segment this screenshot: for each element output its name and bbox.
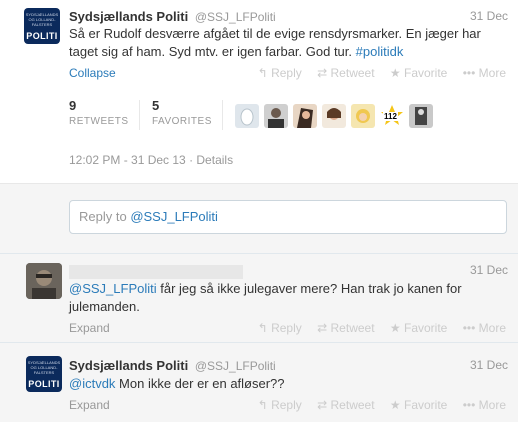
tweet-actions: ↰ Reply ⇄ Retweet ★ Favorite ••• More — [246, 66, 506, 80]
retweets-count: 9 — [69, 98, 77, 113]
mention-link[interactable]: @SSJ_LFPoliti — [69, 281, 157, 296]
favoriter-avatar[interactable] — [264, 104, 288, 128]
more-label: More — [478, 321, 506, 335]
favoriter-avatar[interactable] — [322, 104, 346, 128]
favoriter-badge: 112 — [383, 112, 398, 121]
retweets-stat[interactable]: 9 RETWEETS — [69, 98, 129, 127]
favorites-stat[interactable]: 5 FAVORITES — [152, 98, 212, 127]
avatar-logo-word: POLITI — [28, 379, 60, 389]
retweet-icon: ⇄ — [317, 321, 328, 335]
retweet-button[interactable]: ⇄ Retweet — [317, 321, 374, 335]
favoriter-avatar[interactable] — [293, 104, 317, 128]
favorite-button[interactable]: ★ Favorite — [390, 66, 447, 80]
favoriter-avatar[interactable] — [351, 104, 375, 128]
tweet-header: Sydsjællands Politi @SSJ_LFPoliti 31 Dec — [69, 9, 508, 25]
reply-icon: ↰ — [257, 66, 268, 80]
avatar[interactable]: SYDSJÆLLANDS OG LOLLAND-FALSTERS POLITI — [26, 356, 62, 392]
star-icon: ★ — [389, 66, 401, 80]
avatar[interactable] — [26, 263, 62, 299]
reply-button[interactable]: ↰ Reply — [258, 398, 302, 412]
more-icon: ••• — [462, 321, 476, 335]
tweet-header: Sydsjællands Politi @SSJ_LFPoliti 31 Dec — [69, 358, 508, 374]
reply-label: Reply — [271, 66, 302, 80]
tweet-actions: ↰ Reply ⇄ Retweet ★ Favorite ••• More — [246, 398, 506, 412]
reply-button[interactable]: ↰ Reply — [258, 66, 302, 80]
reply-mention: @SSJ_LFPoliti — [130, 209, 218, 224]
reply-button[interactable]: ↰ Reply — [258, 321, 302, 335]
favorite-button[interactable]: ★ Favorite — [390, 321, 447, 335]
tweet-text: @SSJ_LFPoliti får jeg så ikke julegaver … — [69, 280, 504, 316]
tweet-date[interactable]: 31 Dec — [470, 263, 508, 277]
reply-prefix: Reply to — [79, 209, 131, 224]
author-handle[interactable]: @SSJ_LFPoliti — [195, 10, 276, 24]
avatar-logo-word: POLITI — [26, 31, 58, 41]
tweet-header: 31 Dec — [69, 263, 508, 279]
author-name-redacted — [69, 264, 243, 279]
tweet-date[interactable]: 31 Dec — [470, 358, 508, 372]
stats-divider — [139, 100, 140, 130]
author-handle[interactable]: @SSJ_LFPoliti — [195, 359, 276, 373]
avatar-crest-text: SYDSJÆLLANDS OG LOLLAND-FALSTERS — [25, 12, 59, 27]
tweet-date[interactable]: 31 Dec — [470, 9, 508, 23]
tweet-timestamp[interactable]: 12:02 PM - 31 Dec 13 · Details — [69, 153, 233, 167]
more-icon: ••• — [462, 66, 476, 80]
stats-divider — [222, 100, 223, 130]
favoriter-avatar[interactable]: 112 — [380, 104, 404, 128]
favoriter-avatar[interactable] — [409, 104, 433, 128]
retweet-icon: ⇄ — [317, 66, 328, 80]
reply-tweet[interactable]: 31 Dec @SSJ_LFPoliti får jeg så ikke jul… — [0, 254, 518, 343]
mention-link[interactable]: @ictvdk — [69, 376, 115, 391]
favorite-label: Favorite — [404, 66, 448, 80]
more-label: More — [478, 66, 506, 80]
star-icon: ★ — [389, 398, 401, 412]
retweets-label: RETWEETS — [69, 116, 129, 127]
tweet-text: Så er Rudolf desværre afgået til de evig… — [69, 25, 504, 61]
tweet-expanded: SYDSJÆLLANDS OG LOLLAND-FALSTERS POLITI … — [0, 0, 518, 184]
author-name[interactable]: Sydsjællands Politi — [69, 358, 188, 373]
reply-area: Reply to @SSJ_LFPoliti — [0, 184, 518, 254]
tweet-text: @ictvdk Mon ikke der er en afløser?? — [69, 375, 504, 393]
more-icon: ••• — [462, 398, 476, 412]
retweet-icon: ⇄ — [317, 398, 328, 412]
collapse-link[interactable]: Collapse — [69, 66, 116, 80]
expand-link[interactable]: Expand — [69, 321, 110, 335]
avatar-crest-text: SYDSJÆLLANDS OG LOLLAND-FALSTERS — [27, 360, 61, 375]
avatar[interactable]: SYDSJÆLLANDS OG LOLLAND-FALSTERS POLITI — [24, 8, 60, 44]
more-button[interactable]: ••• More — [463, 321, 506, 335]
favorite-label: Favorite — [404, 398, 448, 412]
tweet-text-body: Mon ikke der er en afløser?? — [115, 376, 285, 391]
favoriters-avatars: 112 — [235, 104, 433, 128]
favorites-label: FAVORITES — [152, 116, 212, 127]
retweet-button[interactable]: ⇄ Retweet — [317, 398, 374, 412]
favorite-label: Favorite — [404, 321, 448, 335]
favoriter-avatar[interactable] — [235, 104, 259, 128]
favorite-button[interactable]: ★ Favorite — [390, 398, 447, 412]
retweet-label: Retweet — [330, 321, 375, 335]
reply-label: Reply — [271, 321, 302, 335]
author-name[interactable]: Sydsjællands Politi — [69, 9, 188, 24]
tweet-text-body: Så er Rudolf desværre afgået til de evig… — [69, 26, 481, 59]
retweet-button[interactable]: ⇄ Retweet — [317, 66, 374, 80]
reply-tweet[interactable]: SYDSJÆLLANDS OG LOLLAND-FALSTERS POLITI … — [0, 343, 518, 422]
favorites-count: 5 — [152, 98, 160, 113]
reply-icon: ↰ — [257, 398, 268, 412]
reply-input[interactable]: Reply to @SSJ_LFPoliti — [69, 200, 507, 234]
more-button[interactable]: ••• More — [463, 66, 506, 80]
more-label: More — [478, 398, 506, 412]
expand-link[interactable]: Expand — [69, 398, 110, 412]
hashtag-link[interactable]: #politidk — [356, 44, 404, 59]
reply-label: Reply — [271, 398, 302, 412]
tweet-actions: ↰ Reply ⇄ Retweet ★ Favorite ••• More — [246, 321, 506, 335]
more-button[interactable]: ••• More — [463, 398, 506, 412]
retweet-label: Retweet — [330, 66, 375, 80]
reply-icon: ↰ — [257, 321, 268, 335]
retweet-label: Retweet — [330, 398, 375, 412]
star-icon: ★ — [389, 321, 401, 335]
